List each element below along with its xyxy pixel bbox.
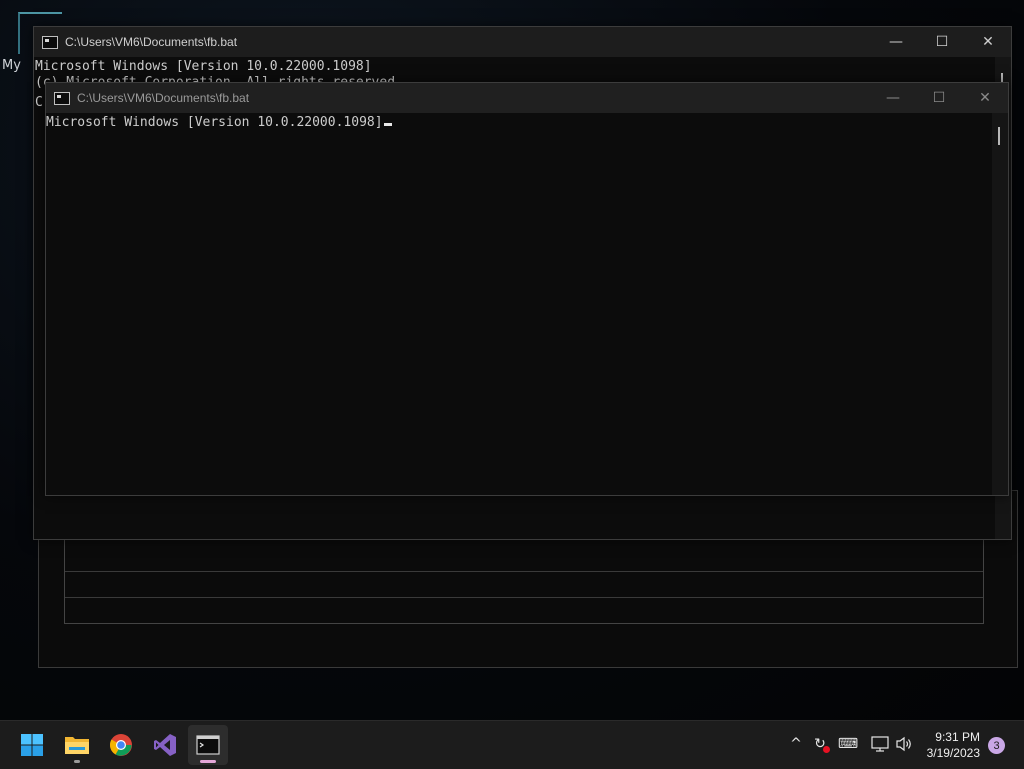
close-button[interactable]: ✕ (965, 27, 1011, 57)
visual-studio-button[interactable] (145, 725, 185, 765)
title-bar[interactable]: C:\Users\VM6\Documents\fb.bat — ☐ ✕ (34, 27, 1011, 57)
active-indicator (200, 760, 216, 763)
console-line: Microsoft Windows [Version 10.0.22000.10… (46, 115, 383, 130)
clock-time: 9:31 PM (935, 730, 980, 744)
monitor-network-glyph (871, 736, 889, 752)
keyboard-icon[interactable]: ⌨ (837, 733, 859, 755)
cmd-icon (42, 35, 58, 49)
minimize-button[interactable]: — (870, 83, 916, 113)
desktop: My C:\Users\VM6\Documents\fb.bat — ☐ ✕ M… (0, 0, 1024, 720)
window-title: C:\Users\VM6\Documents\fb.bat (65, 35, 238, 49)
cmd-icon (54, 91, 70, 105)
chrome-button[interactable] (101, 725, 141, 765)
scroll-thumb[interactable] (998, 127, 1000, 145)
scrollbar[interactable] (992, 113, 1008, 495)
minimize-button[interactable]: — (873, 27, 919, 57)
title-bar[interactable]: C:\Users\VM6\Documents\fb.bat — ☐ ✕ (46, 83, 1008, 113)
terminal-button[interactable] (188, 725, 228, 765)
speaker-glyph (896, 736, 911, 752)
file-explorer-button[interactable] (57, 725, 97, 765)
clock-date: 3/19/2023 (926, 746, 980, 760)
file-explorer-icon (65, 737, 89, 754)
start-button[interactable] (12, 725, 52, 765)
sync-icon[interactable]: ↻ (809, 733, 831, 755)
volume-icon[interactable] (893, 733, 915, 755)
maximize-button[interactable]: ☐ (916, 83, 962, 113)
clock[interactable]: 9:31 PM 3/19/2023 (927, 729, 980, 761)
network-icon[interactable] (869, 733, 891, 755)
cmd-window-front[interactable]: C:\Users\VM6\Documents\fb.bat — ☐ ✕ Micr… (45, 82, 1009, 496)
notification-badge[interactable]: 3 (988, 737, 1005, 754)
terminal-icon (196, 735, 220, 755)
console-output[interactable]: Microsoft Windows [Version 10.0.22000.10… (46, 113, 1008, 131)
chrome-icon (110, 734, 132, 756)
text-cursor (383, 123, 392, 126)
taskbar: ^ ↻ ⌨ 9:31 PM 3/19/2023 3 (0, 720, 1024, 769)
desktop-shortcut-label[interactable]: My (2, 58, 21, 73)
window-title: C:\Users\VM6\Documents\fb.bat (77, 91, 250, 105)
show-hidden-icons-chevron-icon[interactable]: ^ (785, 733, 807, 755)
close-button[interactable]: ✕ (962, 83, 1008, 113)
running-indicator (74, 760, 80, 763)
start-icon (21, 734, 43, 756)
visual-studio-icon (154, 734, 176, 756)
console-line: Microsoft Windows [Version 10.0.22000.10… (35, 59, 372, 74)
maximize-button[interactable]: ☐ (919, 27, 965, 57)
error-badge (823, 746, 830, 753)
